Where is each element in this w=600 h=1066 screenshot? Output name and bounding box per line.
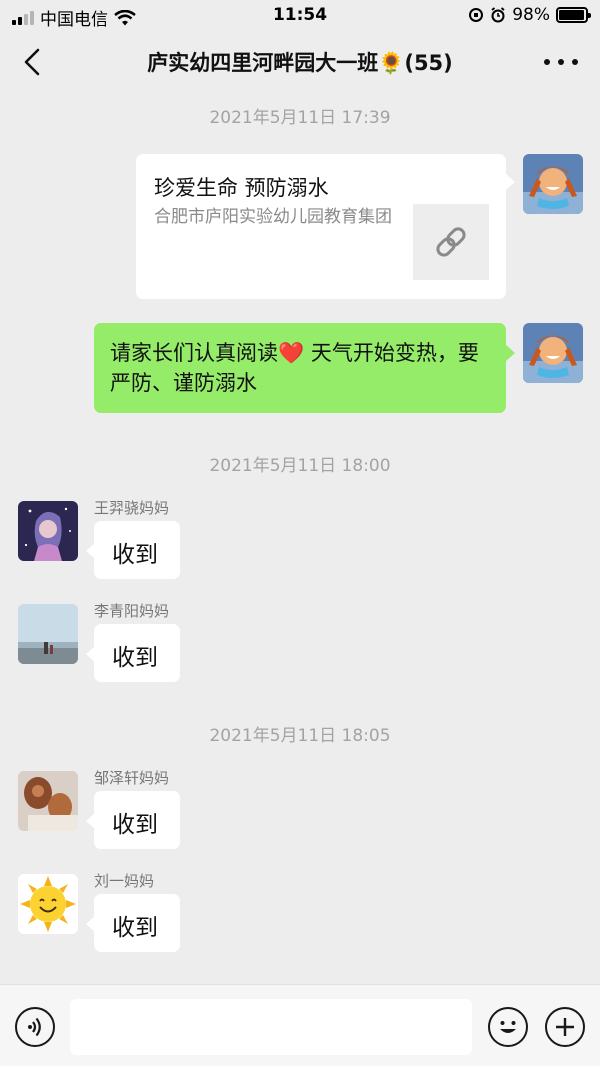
sender-name: 李青阳妈妈 [94, 602, 170, 620]
alarm-icon [491, 7, 505, 23]
voice-icon [28, 1017, 41, 1037]
link-card-source: 合肥市庐阳实验幼儿园教育集团 [154, 207, 392, 227]
status-bar: 中国电信 11:54 98% [0, 0, 600, 32]
emoji-icon [500, 1021, 516, 1033]
avatar-self[interactable] [523, 323, 583, 383]
message-text: 收到 [112, 542, 158, 568]
more-dot-icon [558, 59, 564, 65]
avatar-member[interactable] [18, 604, 78, 664]
timestamp: 2021年5月11日 18:05 [209, 726, 391, 746]
battery-fill [559, 10, 585, 20]
link-card-thumbnail [413, 204, 489, 280]
timestamp: 2021年5月11日 17:39 [209, 108, 391, 128]
sender-name: 邹泽轩妈妈 [94, 769, 170, 787]
nav-bar: 庐实幼四里河畔园大一班🌻(55) [0, 32, 600, 92]
plus-button[interactable] [545, 1007, 585, 1047]
text-bubble-member[interactable]: 收到 [94, 521, 180, 579]
message-input[interactable] [70, 999, 472, 1055]
battery-percent: 98% [512, 5, 550, 25]
more-button[interactable] [544, 50, 578, 74]
rotation-lock-icon [469, 8, 484, 22]
bubble-tail [506, 345, 515, 361]
avatar-image [18, 501, 78, 561]
avatar-self-image [523, 154, 583, 214]
sender-name: 刘一妈妈 [94, 872, 155, 890]
timestamp: 2021年5月11日 18:00 [209, 456, 391, 476]
back-button[interactable] [14, 42, 54, 82]
text-bubble-member[interactable]: 收到 [94, 894, 180, 952]
avatar-member[interactable] [18, 501, 78, 561]
message-text: 请家长们认真阅读❤️ 天气开始变热，要严防、谨防溺水 [110, 341, 479, 395]
avatar-self[interactable] [523, 154, 583, 214]
voice-button[interactable] [15, 1007, 55, 1047]
plus-icon [556, 1018, 574, 1036]
avatar-member[interactable] [18, 874, 78, 934]
text-bubble-member[interactable]: 收到 [94, 791, 180, 849]
avatar-image [18, 604, 78, 664]
bubble-tail [506, 174, 515, 190]
more-dot-icon [572, 59, 578, 65]
chat-input-bar [0, 984, 600, 1066]
message-text: 收到 [112, 812, 158, 838]
status-right: 98% [468, 5, 591, 25]
avatar-member[interactable] [18, 771, 78, 831]
more-dot-icon [544, 59, 550, 65]
sun-face-avatar-icon [18, 874, 78, 934]
avatar-image [18, 771, 78, 831]
chevron-left-icon [24, 48, 40, 76]
avatar-self-image [523, 323, 583, 383]
link-icon [436, 227, 466, 257]
message-text: 收到 [112, 915, 158, 941]
link-card-bubble[interactable]: 珍爱生命 预防溺水 合肥市庐阳实验幼儿园教育集团 [136, 154, 506, 299]
chat-title: 庐实幼四里河畔园大一班🌻(55) [147, 51, 453, 75]
text-bubble-member[interactable]: 收到 [94, 624, 180, 682]
sender-name: 王羿骁妈妈 [94, 499, 170, 517]
emoji-button[interactable] [488, 1007, 528, 1047]
link-card-title: 珍爱生命 预防溺水 [154, 176, 329, 200]
text-bubble-self[interactable]: 请家长们认真阅读❤️ 天气开始变热，要严防、谨防溺水 [94, 323, 506, 413]
message-text: 收到 [112, 645, 158, 671]
battery-icon [556, 7, 591, 23]
